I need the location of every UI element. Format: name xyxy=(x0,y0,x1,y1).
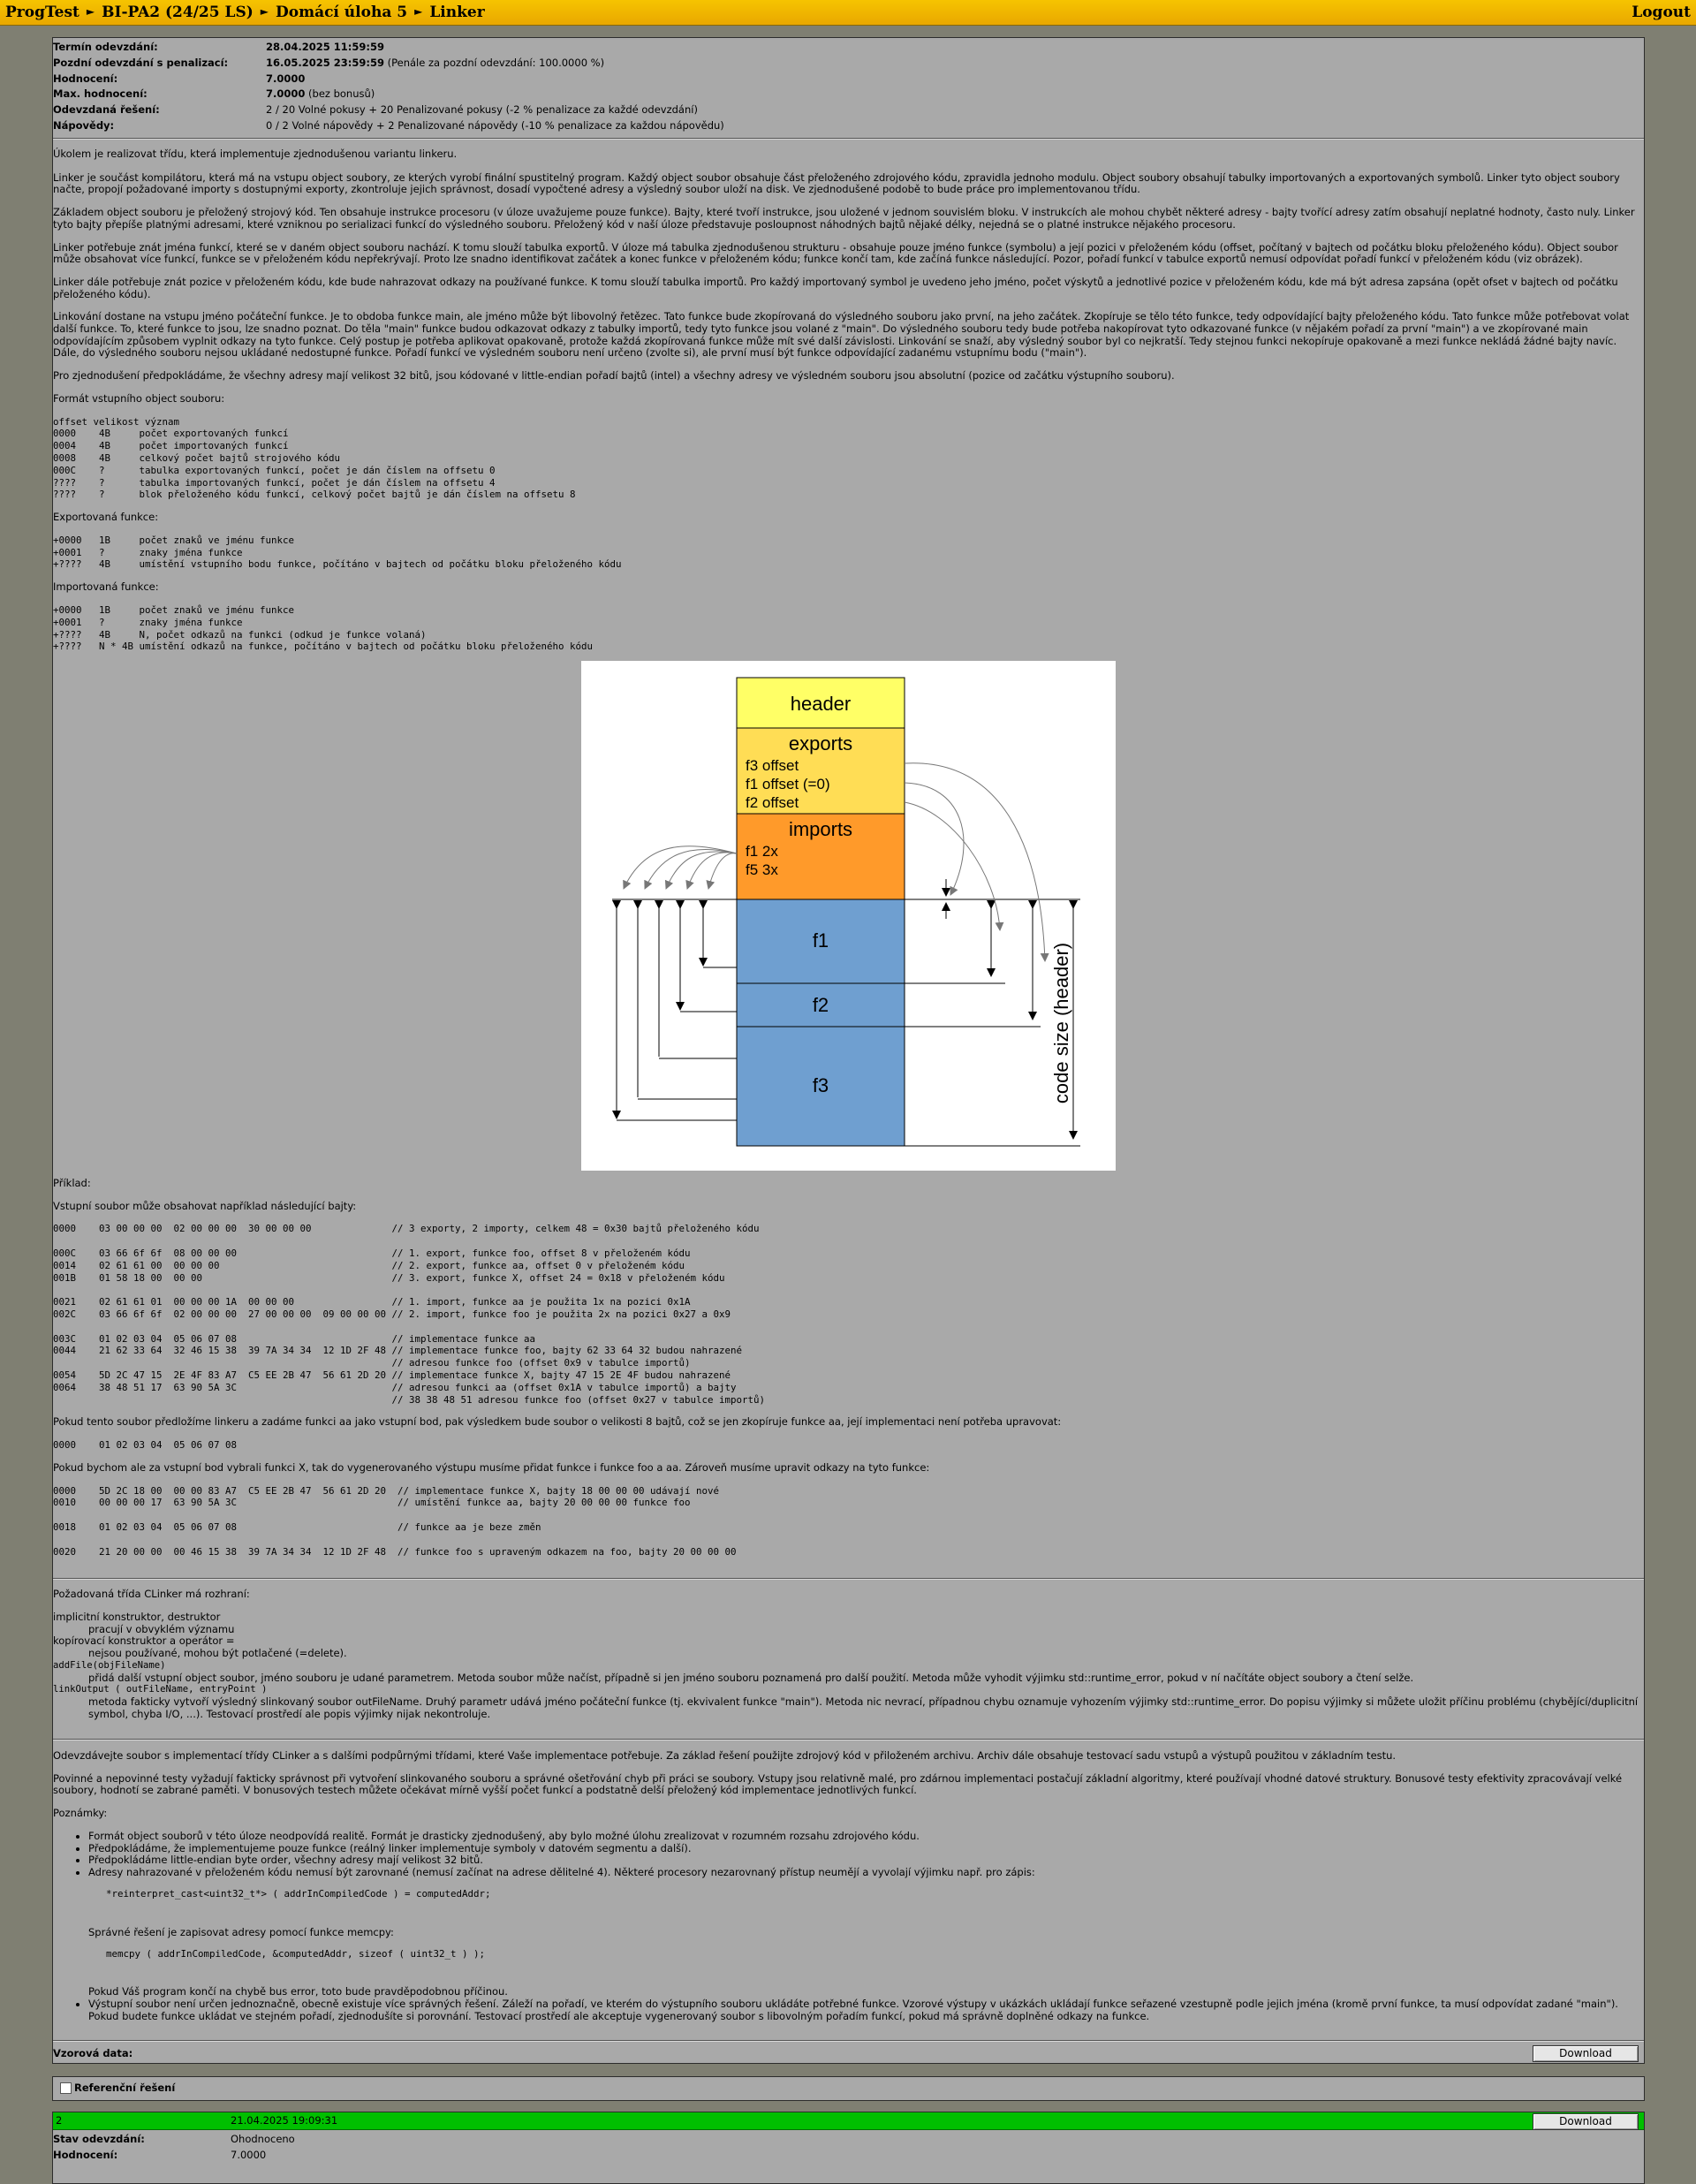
breadcrumb-separator-icon: ► xyxy=(414,5,423,18)
submission-panel: 2 21.04.2025 19:09:31 Download Stav odev… xyxy=(52,2112,1645,2184)
f1-label: f1 xyxy=(813,929,829,952)
breadcrumb: ProgTest ► BI-PA2 (24/25 LS) ► Domácí úloha … xyxy=(5,4,485,21)
divider xyxy=(53,2040,1644,2042)
object-file-diagram: header exports f3 offset f1 offset (=0) … xyxy=(581,661,1116,1171)
divider xyxy=(53,1578,1644,1580)
code-size-label: code size (header) xyxy=(1050,943,1072,1103)
exports-item: f1 offset (=0) xyxy=(746,776,830,792)
info-key: Termín odevzdání: xyxy=(53,41,158,53)
download-button[interactable]: Download xyxy=(1533,2113,1639,2130)
f2-label: f2 xyxy=(813,994,829,1016)
task-panel: Termín odevzdání: 28.04.2025 11:59:59 Poz… xyxy=(52,37,1645,2064)
reference-solution-bar: Referenční řešení xyxy=(52,2076,1645,2101)
interface-desc: pracují v obvyklém významu xyxy=(88,1622,235,1635)
interface-section: Požadovaná třída CLinker má rozhraní: im… xyxy=(53,1588,1639,1721)
breadcrumb-separator-icon: ► xyxy=(86,5,95,18)
interface-title: Požadovaná třída CLinker má rozhraní: xyxy=(53,1588,250,1600)
interface-desc: metoda fakticky vytvoří výsledný slinkov… xyxy=(88,1695,1639,1721)
info-value: 28.04.2025 11:59:59 xyxy=(266,41,384,53)
export-format: +0000 1B počet znaků ve jménu funkce +00… xyxy=(53,534,622,571)
submission-number: 2 xyxy=(56,2114,63,2127)
example-text: Pokud bychom ale za vstupní bod vybrali … xyxy=(53,1460,930,1474)
example-intro: Vstupní soubor může obsahovat například … xyxy=(53,1199,357,1212)
interface-desc: přidá další vstupní object soubor, jméno… xyxy=(88,1671,1414,1684)
import-format: +0000 1B počet znaků ve jménu funkce +00… xyxy=(53,603,594,653)
imports-item: f1 2x xyxy=(746,843,778,860)
interface-item: kopírovací konstruktor a operátor = xyxy=(53,1634,235,1648)
info-key: Pozdní odevzdání s penalizací: xyxy=(53,56,229,69)
example-section: Příklad: Vstupní soubor může obsahovat n… xyxy=(53,1177,1639,1568)
info-key: Max. hodnocení: xyxy=(53,87,148,101)
format-table: offset velikost význam 0000 4B počet exp… xyxy=(53,415,576,501)
paragraph: Formát vstupního object souboru: xyxy=(53,391,225,405)
task-description: Úkolem je realizovat třídu, která implem… xyxy=(53,148,1639,664)
exports-label: exports xyxy=(789,732,852,755)
code-sample: memcpy ( addrInCompiledCode, &computedAd… xyxy=(106,1947,486,1960)
info-value: 16.05.2025 23:59:59 (Penále za pozdní od… xyxy=(266,56,605,69)
exports-item: f2 offset xyxy=(746,794,799,811)
example-dump: 0000 03 00 00 00 02 00 00 00 30 00 00 00… xyxy=(53,1223,766,1406)
paragraph: Odevzdávejte soubor s implementací třídy… xyxy=(53,1749,1397,1762)
f3-label: f3 xyxy=(813,1074,829,1096)
list-item: Adresy nahrazované v přeloženém kódu nem… xyxy=(88,1866,1639,1998)
sample-data-label: Vzorová data: xyxy=(53,2047,133,2059)
notes-section: Odevzdávejte soubor s implementací třídy… xyxy=(53,1749,1639,2023)
info-value: 7.0000 (bez bonusů) xyxy=(266,87,375,101)
list-item: Předpokládáme little-endian byte order, … xyxy=(88,1854,1639,1867)
paragraph: Linker dále potřebuje znát pozice v přel… xyxy=(53,275,1618,300)
note-text: Správné řešení je zapisovat adresy pomoc… xyxy=(88,1925,394,1938)
paragraph: Základem object souboru je přeložený str… xyxy=(53,206,1635,231)
paragraph: Pro zjednodušení předpokládáme, že všech… xyxy=(53,369,1175,383)
info-key: Hodnocení: xyxy=(53,72,118,85)
breadcrumb-homework[interactable]: Domácí úloha 5 xyxy=(276,4,407,21)
paragraph: Úkolem je realizovat třídu, která implem… xyxy=(53,148,458,160)
breadcrumb-course[interactable]: BI-PA2 (24/25 LS) xyxy=(102,4,254,21)
example-output: 0000 5D 2C 18 00 00 00 83 A7 C5 EE 2B 47… xyxy=(53,1484,737,1558)
paragraph: Linker je součást kompilátoru, která má … xyxy=(53,171,1620,196)
imports-label: imports xyxy=(789,818,852,840)
logout-link[interactable]: Logout xyxy=(1632,4,1691,21)
info-value: 0 / 2 Volné nápovědy + 2 Penalizované ná… xyxy=(266,118,724,132)
notes-list: Formát object souborů v této úloze neodp… xyxy=(53,1830,1639,2023)
breadcrumb-progtest[interactable]: ProgTest xyxy=(5,4,80,21)
list-item: Formát object souborů v této úloze neodp… xyxy=(88,1830,1639,1843)
interface-item: linkOutput ( outFileName, entryPoint ) xyxy=(53,1684,268,1695)
info-value: 7.0000 xyxy=(266,72,306,85)
note-text: Pokud Váš program končí na chybě bus err… xyxy=(88,1985,508,1998)
info-key: Odevzdaná řešení: xyxy=(53,103,160,117)
reference-label: Referenční řešení xyxy=(74,2082,176,2094)
submission-date: 21.04.2025 19:09:31 xyxy=(231,2114,338,2127)
submission-header: 2 21.04.2025 19:09:31 Download xyxy=(53,2112,1644,2130)
import-label: Importovaná funkce: xyxy=(53,580,159,594)
example-text: Pokud tento soubor předložíme linkeru a … xyxy=(53,1415,1062,1429)
breadcrumb-task[interactable]: Linker xyxy=(429,4,484,21)
code-sample: *reinterpret_cast<uint32_t*> ( addrInCom… xyxy=(106,1888,491,1900)
example-label: Příklad: xyxy=(53,1177,91,1189)
list-item: Předpokládáme, že implementujeme pouze f… xyxy=(88,1842,1639,1855)
imports-item: f5 3x xyxy=(746,861,778,878)
interface-item: addFile(objFileName) xyxy=(53,1659,166,1671)
paragraph: Povinné a nepovinné testy vyžadují fakti… xyxy=(53,1771,1623,1797)
header-label: header xyxy=(791,693,852,715)
interface-item: implicitní konstruktor, destruktor xyxy=(53,1610,221,1623)
notes-title: Poznámky: xyxy=(53,1807,108,1820)
divider xyxy=(53,1739,1644,1740)
interface-desc: nejsou používané, mohou být potlačené (=… xyxy=(88,1647,347,1660)
breadcrumb-separator-icon: ► xyxy=(260,5,269,18)
list-item: Výstupní soubor není určen jednoznačně, … xyxy=(88,1998,1639,2023)
info-value: 2 / 20 Volné pokusy + 20 Penalizované po… xyxy=(266,103,698,117)
info-key: Nápovědy: xyxy=(53,118,115,132)
example-output: 0000 01 02 03 04 05 06 07 08 xyxy=(53,1439,238,1452)
exports-item: f3 offset xyxy=(746,757,799,774)
top-bar: ProgTest ► BI-PA2 (24/25 LS) ► Domácí úloha … xyxy=(0,0,1696,26)
download-button[interactable]: Download xyxy=(1533,2045,1639,2062)
divider xyxy=(53,138,1644,140)
export-label: Exportovaná funkce: xyxy=(53,511,159,524)
reference-checkbox[interactable] xyxy=(60,2082,72,2094)
paragraph: Linker potřebuje znát jména funkcí, kter… xyxy=(53,240,1618,266)
paragraph: Linkování dostane na vstupu jméno počáte… xyxy=(53,310,1630,360)
